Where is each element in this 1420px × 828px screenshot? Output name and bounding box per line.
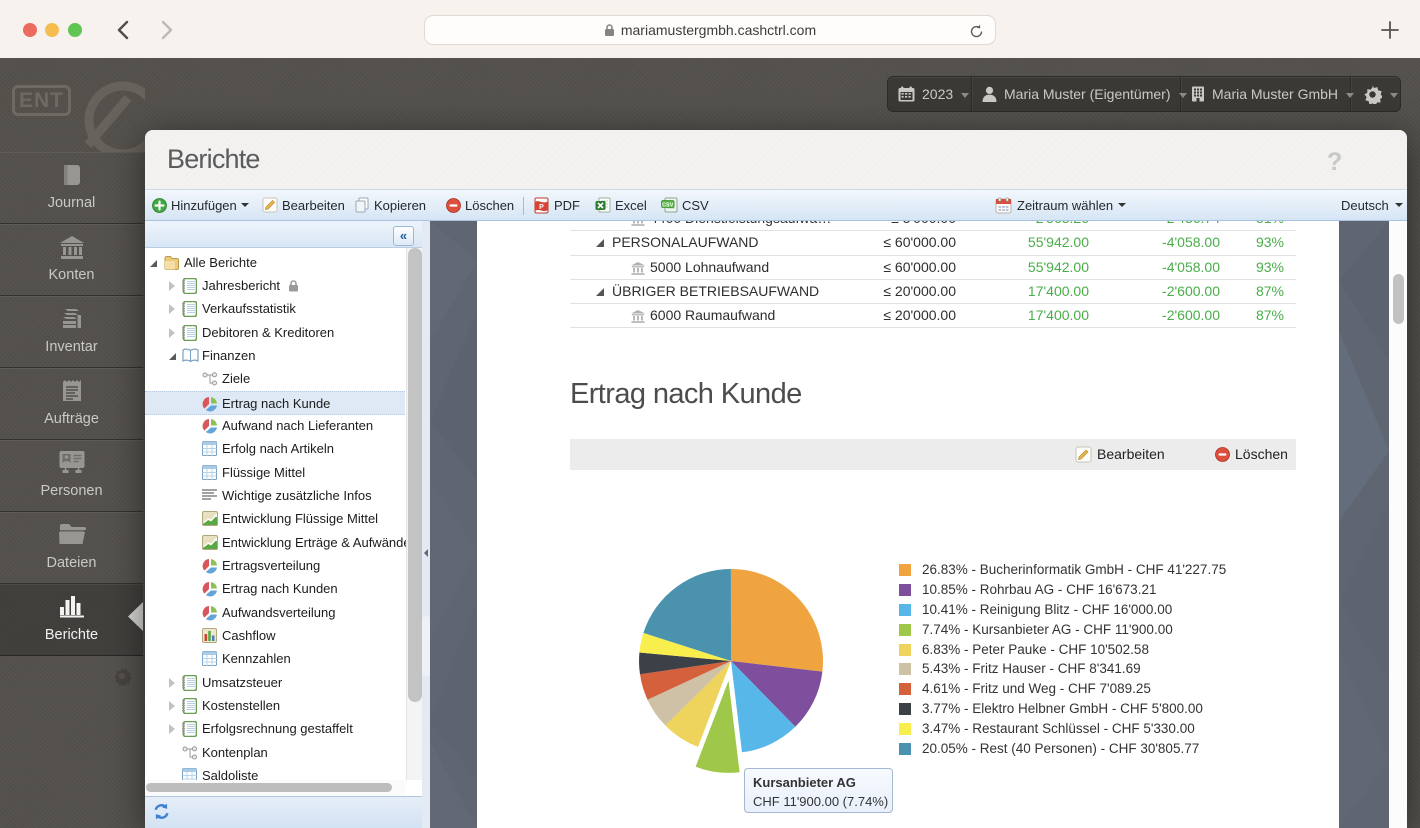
svg-text:CSV: CSV <box>662 202 674 208</box>
svg-text:P: P <box>539 204 544 211</box>
